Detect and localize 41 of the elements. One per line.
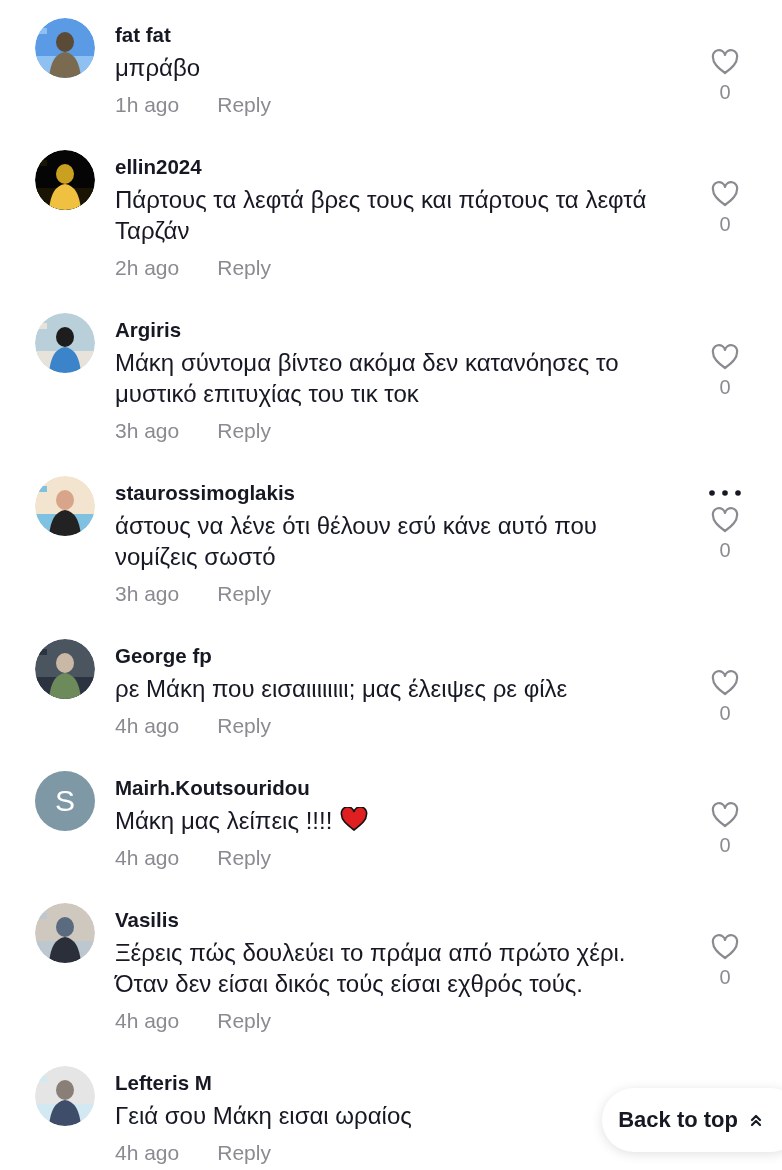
comment-time: 3h ago — [115, 419, 180, 443]
username[interactable]: staurossimoglakis — [115, 479, 295, 507]
like-count: 0 — [719, 965, 731, 990]
more-icon[interactable] — [709, 490, 741, 496]
comment-time: 2h ago — [115, 256, 180, 280]
comment-text: Ξέρεις πώς δουλεύει το πράμα από πρώτο χέρι. Όταν δεν είσαι δικός τούς είσαι εχθρός τούς. — [115, 938, 627, 999]
chevrons-up-icon — [750, 1113, 762, 1127]
comment-text: μπράβο — [115, 53, 201, 83]
comment-text: Μάκη μας λείπεις !!!! — [115, 805, 369, 836]
heart-icon[interactable] — [711, 670, 739, 696]
heart-icon[interactable] — [711, 181, 739, 207]
like-count: 0 — [719, 80, 731, 105]
username[interactable]: George fp — [115, 642, 212, 670]
heart-icon[interactable] — [711, 934, 739, 960]
comment-text: άστους να λένε ότι θέλουν εσύ κάνε αυτό που νομίζεις σωστό — [115, 511, 598, 572]
comment-time: 4h ago — [115, 846, 180, 870]
like-count: 0 — [719, 538, 731, 563]
back-to-top-button[interactable]: Back to top — [602, 1088, 782, 1152]
comment-time: 4h ago — [115, 1009, 180, 1033]
username[interactable]: Lefteris M — [115, 1069, 212, 1097]
username[interactable]: fat fat — [115, 21, 171, 49]
comment-time: 4h ago — [115, 714, 180, 738]
comment-text: Μάκη σύντομα βίντεο ακόμα δεν κατανόησες το μυστικό επιτυχίας του τικ τοκ — [115, 348, 620, 409]
like-count: 0 — [719, 701, 731, 726]
heart-icon[interactable] — [711, 802, 739, 828]
comment-time: 3h ago — [115, 582, 180, 606]
comment-time: 1h ago — [115, 93, 180, 117]
comment-time: 4h ago — [115, 1141, 180, 1165]
comment-text: Πάρτους τα λεφτά βρες τους και πάρτους τα λεφτά Ταρζάν — [115, 185, 648, 246]
heart-icon[interactable] — [711, 344, 739, 370]
comment-text: Γειά σου Μάκη εισαι ωραίος — [115, 1101, 412, 1131]
like-count: 0 — [719, 212, 731, 237]
heart-icon[interactable] — [711, 507, 739, 533]
heart-icon[interactable] — [711, 49, 739, 75]
username[interactable]: Argiris — [115, 316, 182, 344]
like-count: 0 — [719, 375, 731, 400]
username[interactable]: Mairh.Koutsouridou — [115, 774, 310, 802]
username[interactable]: Vasilis — [115, 906, 179, 934]
comment-text: ρε Μάκη που εισαιιιιιιιι; μας έλειψες ρε φίλε — [115, 674, 568, 704]
username[interactable]: ellin2024 — [115, 153, 202, 181]
like-count: 0 — [719, 833, 731, 858]
